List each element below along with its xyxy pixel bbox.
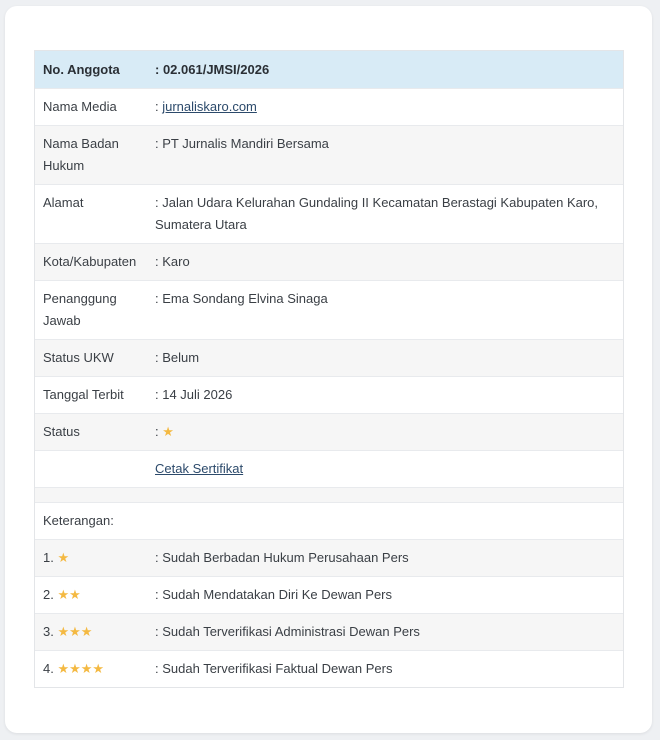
star-icon: ★★★: [57, 624, 93, 639]
keterangan-desc-3: : Sudah Terverifikasi Administrasi Dewan…: [155, 624, 420, 639]
table-row-penanggung-jawab: Penanggung Jawab : Ema Sondang Elvina Si…: [35, 280, 623, 339]
keterangan-num-1: 1. ★: [35, 540, 155, 576]
label-status-ukw: Status UKW: [43, 350, 114, 365]
value-tanggal-terbit: : 14 Juli 2026: [155, 387, 233, 402]
label-status: Status: [43, 424, 80, 439]
keterangan-row-1: 1. ★ : Sudah Berbadan Hukum Perusahaan P…: [35, 539, 623, 576]
value-no-anggota: : 02.061/JMSI/2026: [155, 62, 270, 77]
label-no-anggota: No. Anggota: [43, 62, 120, 77]
table-row-cetak: Cetak Sertifikat: [35, 450, 623, 487]
keterangan-desc-2: : Sudah Mendatakan Diri Ke Dewan Pers: [155, 587, 393, 602]
print-certificate-link[interactable]: Cetak Sertifikat: [155, 461, 243, 476]
value-badan-hukum: : PT Jurnalis Mandiri Bersama: [155, 136, 329, 151]
keterangan-row-2: 2. ★★ : Sudah Mendatakan Diri Ke Dewan P…: [35, 576, 623, 613]
keterangan-title: Keterangan:: [43, 513, 114, 528]
value-cetak: Cetak Sertifikat: [155, 451, 623, 487]
star-icon: ★★: [57, 587, 81, 602]
value-nama-media: : jurnaliskaro.com: [155, 89, 623, 125]
keterangan-num-4: 4. ★★★★: [35, 651, 155, 687]
table-row-nama-media: Nama Media : jurnaliskaro.com: [35, 88, 623, 125]
table-row-badan-hukum: Nama Badan Hukum : PT Jurnalis Mandiri B…: [35, 125, 623, 184]
member-card: No. Anggota : 02.061/JMSI/2026 Nama Medi…: [5, 6, 652, 733]
star-icon: ★: [57, 550, 70, 565]
value-alamat: : Jalan Udara Kelurahan Gundaling II Kec…: [155, 195, 599, 232]
label-badan-hukum: Nama Badan Hukum: [43, 136, 119, 173]
table-row-kota: Kota/Kabupaten : Karo: [35, 243, 623, 280]
value-status-ukw: : Belum: [155, 350, 200, 365]
label-kota: Kota/Kabupaten: [43, 254, 137, 269]
keterangan-number: 3.: [43, 624, 54, 639]
label-penanggung-jawab: Penanggung Jawab: [43, 291, 117, 328]
keterangan-number: 2.: [43, 587, 54, 602]
keterangan-number: 1.: [43, 550, 54, 565]
spacer-row: [35, 487, 623, 502]
table-row-status: Status : ★: [35, 413, 623, 450]
empty-cell: [35, 451, 155, 487]
label-tanggal-terbit: Tanggal Terbit: [43, 387, 124, 402]
value-prefix: :: [155, 424, 163, 439]
keterangan-number: 4.: [43, 661, 54, 676]
table-row-no-anggota: No. Anggota : 02.061/JMSI/2026: [35, 51, 623, 88]
value-kota: : Karo: [155, 254, 190, 269]
table-row-tanggal-terbit: Tanggal Terbit : 14 Juli 2026: [35, 376, 623, 413]
keterangan-num-3: 3. ★★★: [35, 614, 155, 650]
keterangan-header-row: Keterangan:: [35, 502, 623, 539]
star-icon: ★★★★: [57, 661, 105, 676]
value-status: : ★: [155, 414, 623, 450]
label-alamat: Alamat: [43, 195, 84, 210]
keterangan-row-3: 3. ★★★ : Sudah Terverifikasi Administras…: [35, 613, 623, 650]
keterangan-desc-4: : Sudah Terverifikasi Faktual Dewan Pers: [155, 661, 393, 676]
keterangan-desc-1: : Sudah Berbadan Hukum Perusahaan Pers: [155, 550, 409, 565]
media-link[interactable]: jurnaliskaro.com: [162, 99, 257, 114]
value-penanggung-jawab: : Ema Sondang Elvina Sinaga: [155, 291, 328, 306]
keterangan-row-4: 4. ★★★★ : Sudah Terverifikasi Faktual De…: [35, 650, 623, 687]
table-row-alamat: Alamat : Jalan Udara Kelurahan Gundaling…: [35, 184, 623, 243]
member-table: No. Anggota : 02.061/JMSI/2026 Nama Medi…: [34, 50, 624, 688]
star-icon: ★: [162, 424, 174, 439]
table-row-status-ukw: Status UKW : Belum: [35, 339, 623, 376]
keterangan-num-2: 2. ★★: [35, 577, 155, 613]
label-nama-media: Nama Media: [43, 99, 117, 114]
